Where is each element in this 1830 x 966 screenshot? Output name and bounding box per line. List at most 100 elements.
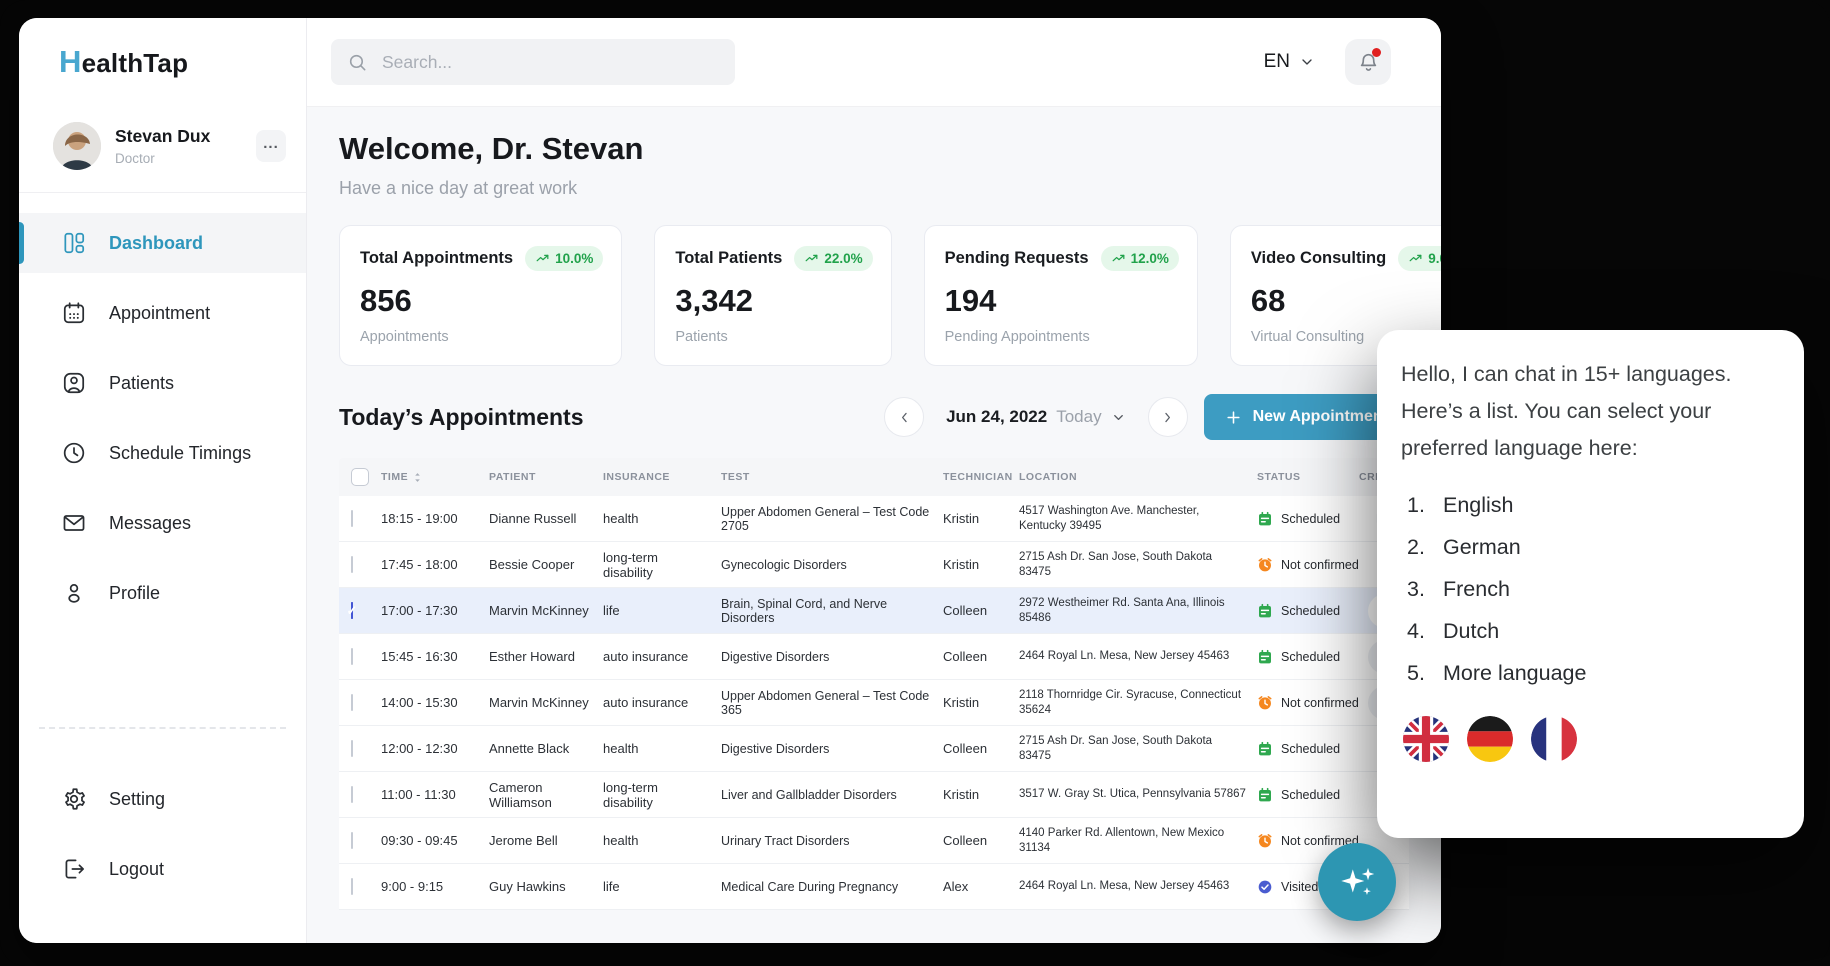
cell-insurance: life [603, 603, 721, 618]
background: HealthTap Stevan Dux Doctor ... [0, 0, 1830, 966]
cell-patient: Bessie Cooper [489, 557, 603, 572]
flag-uk-icon[interactable] [1403, 716, 1449, 762]
row-checkbox[interactable] [351, 602, 353, 619]
table-row[interactable]: 11:00 - 11:30 Cameron Williamson long-te… [339, 772, 1409, 818]
logout-icon [61, 856, 87, 882]
row-checkbox[interactable] [351, 510, 353, 527]
notification-dot [1372, 48, 1381, 57]
sidebar-item-schedule-timings[interactable]: Schedule Timings [19, 423, 306, 483]
language-option[interactable]: 2. German [1407, 535, 1780, 560]
sidebar-item-messages[interactable]: Messages [19, 493, 306, 553]
status-icon [1257, 511, 1273, 527]
flag-germany-icon[interactable] [1467, 716, 1513, 762]
flag-row [1403, 716, 1780, 762]
cell-test: Digestive Disorders [721, 650, 943, 664]
stat-trend-badge: 10.0% [525, 246, 603, 271]
status-icon [1257, 879, 1273, 895]
language-option[interactable]: 4. Dutch [1407, 619, 1780, 644]
chevron-left-icon [897, 410, 912, 425]
row-checkbox[interactable] [351, 878, 353, 895]
cell-status: Not confirmed [1257, 695, 1359, 711]
cell-technician: Kristin [943, 557, 1019, 572]
cell-time: 09:30 - 09:45 [381, 833, 489, 848]
stat-title: Video Consulting [1251, 249, 1386, 268]
sidebar-divider [39, 727, 286, 729]
notifications-button[interactable] [1345, 39, 1391, 85]
cell-location: 2464 Royal Ln. Mesa, New Jersey 45463 [1019, 879, 1257, 894]
row-checkbox[interactable] [351, 740, 353, 757]
cell-test: Urinary Tract Disorders [721, 834, 943, 848]
sort-icon[interactable] [412, 471, 423, 484]
sidebar-item-dashboard[interactable]: Dashboard [19, 213, 306, 273]
stat-value: 68 [1251, 283, 1441, 319]
cell-location: 2715 Ash Dr. San Jose, South Dakota 8347… [1019, 550, 1257, 580]
row-checkbox[interactable] [351, 694, 353, 711]
language-option[interactable]: 5. More language [1407, 661, 1780, 686]
clock-icon [61, 440, 87, 466]
avatar[interactable] [53, 122, 101, 170]
chat-message: Hello, I can chat in 15+ languages. Here… [1401, 356, 1780, 467]
table-row[interactable]: 09:30 - 09:45 Jerome Bell health Urinary… [339, 818, 1409, 864]
table-row[interactable]: 9:00 - 9:15 Guy Hawkins life Medical Car… [339, 864, 1409, 910]
status-icon [1257, 695, 1273, 711]
cell-test: Digestive Disorders [721, 742, 943, 756]
date-selector[interactable]: Jun 24, 2022 Today [940, 407, 1132, 427]
row-checkbox[interactable] [351, 556, 353, 573]
search-box[interactable] [331, 39, 735, 85]
search-icon [347, 52, 368, 73]
row-checkbox[interactable] [351, 648, 353, 665]
table-row[interactable]: 15:45 - 16:30 Esther Howard auto insuran… [339, 634, 1409, 680]
cell-technician: Kristin [943, 787, 1019, 802]
cell-test: Upper Abdomen General – Test Code 365 [721, 689, 943, 717]
status-icon [1257, 741, 1273, 757]
ai-assistant-button[interactable] [1318, 843, 1396, 921]
cell-location: 2972 Westheimer Rd. Santa Ana, Illinois … [1019, 596, 1257, 626]
profile-more-button[interactable]: ... [256, 130, 286, 162]
stat-title: Total Patients [675, 249, 782, 268]
cell-location: 2715 Ash Dr. San Jose, South Dakota 8347… [1019, 734, 1257, 764]
table-row[interactable]: 17:00 - 17:30 Marvin McKinney life Brain… [339, 588, 1409, 634]
next-day-button[interactable] [1148, 397, 1188, 437]
cell-time: 12:00 - 12:30 [381, 741, 489, 756]
row-checkbox[interactable] [351, 832, 353, 849]
sidebar-item-profile[interactable]: Profile [19, 563, 306, 623]
row-checkbox[interactable] [351, 786, 353, 803]
table-row[interactable]: 18:15 - 19:00 Dianne Russell health Uppe… [339, 496, 1409, 542]
cell-test: Brain, Spinal Cord, and Nerve Disorders [721, 597, 943, 625]
sidebar-item-appointment[interactable]: Appointment [19, 283, 306, 343]
patients-icon [61, 370, 87, 396]
flag-france-icon[interactable] [1531, 716, 1577, 762]
language-option[interactable]: 1. English [1407, 493, 1780, 518]
table-body: 18:15 - 19:00 Dianne Russell health Uppe… [339, 496, 1409, 910]
stat-value: 194 [945, 283, 1179, 319]
table-row[interactable]: 17:45 - 18:00 Bessie Cooper long-term di… [339, 542, 1409, 588]
stat-card: Pending Requests 12.0% 194 Pending Appoi… [924, 225, 1198, 366]
select-all-checkbox[interactable] [351, 468, 369, 486]
language-option[interactable]: 3. French [1407, 577, 1780, 602]
cell-status: Not confirmed [1257, 557, 1359, 573]
cell-technician: Colleen [943, 833, 1019, 848]
cell-insurance: health [603, 741, 721, 756]
stat-card: Total Patients 22.0% 3,342 Patients [654, 225, 891, 366]
table-row[interactable]: 14:00 - 15:30 Marvin McKinney auto insur… [339, 680, 1409, 726]
cell-time: 18:15 - 19:00 [381, 511, 489, 526]
sidebar-item-setting[interactable]: Setting [19, 769, 306, 829]
status-icon [1257, 603, 1273, 619]
cell-technician: Kristin [943, 511, 1019, 526]
cell-insurance: auto insurance [603, 695, 721, 710]
language-selector[interactable]: EN [1264, 51, 1315, 73]
cell-insurance: life [603, 879, 721, 894]
cell-patient: Esther Howard [489, 649, 603, 664]
sidebar-item-logout[interactable]: Logout [19, 839, 306, 899]
language-options-list: 1. English 2. German 3. French 4. Dutch … [1407, 493, 1780, 686]
chevron-down-icon [1299, 54, 1315, 70]
cell-location: 3517 W. Gray St. Utica, Pennsylvania 578… [1019, 787, 1257, 802]
cell-time: 11:00 - 11:30 [381, 787, 489, 802]
cell-patient: Marvin McKinney [489, 695, 603, 710]
stat-value: 856 [360, 283, 603, 319]
cell-patient: Guy Hawkins [489, 879, 603, 894]
search-input[interactable] [380, 51, 719, 74]
table-row[interactable]: 12:00 - 12:30 Annette Black health Diges… [339, 726, 1409, 772]
sidebar-item-patients[interactable]: Patients [19, 353, 306, 413]
prev-day-button[interactable] [884, 397, 924, 437]
